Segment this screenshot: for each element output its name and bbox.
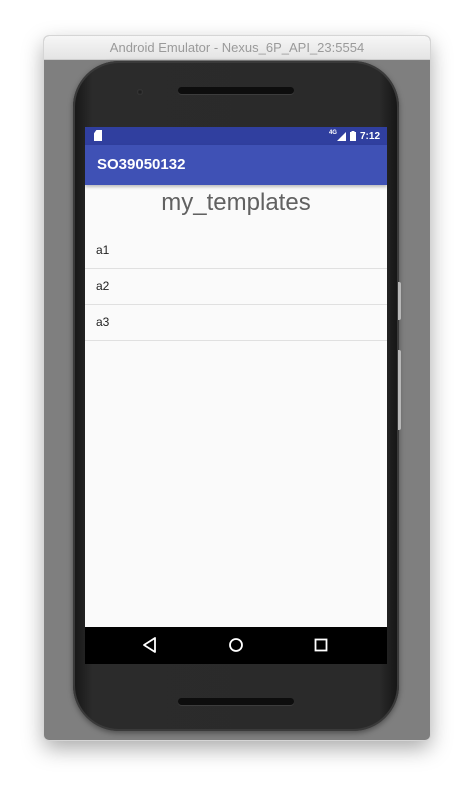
list-item-a2[interactable]: a2 <box>85 269 387 305</box>
app-toolbar: SO39050132 <box>85 145 387 185</box>
status-right: 4G 7:12 <box>329 127 380 145</box>
recents-icon[interactable] <box>311 635 331 655</box>
signal-icon <box>336 131 346 141</box>
home-icon[interactable] <box>226 635 246 655</box>
network-type-label: 4G <box>328 130 337 136</box>
window-title: Android Emulator - Nexus_6P_API_23:5554 <box>109 40 365 55</box>
navigation-bar <box>85 627 387 664</box>
battery-icon <box>349 131 356 141</box>
front-camera-icon <box>137 89 143 95</box>
bottom-speaker <box>178 698 294 705</box>
app-title: SO39050132 <box>97 156 186 173</box>
status-time: 7:12 <box>359 130 380 142</box>
list-item-a3[interactable]: a3 <box>85 305 387 341</box>
back-icon[interactable] <box>140 635 160 655</box>
sd-card-icon <box>94 130 102 141</box>
volume-button[interactable] <box>398 350 401 430</box>
window-titlebar[interactable]: Android Emulator - Nexus_6P_API_23:5554 <box>44 36 430 60</box>
top-speaker <box>178 87 294 94</box>
templates-list: a1 a2 a3 <box>85 233 387 341</box>
status-bar: 4G 7:12 <box>85 127 387 145</box>
power-button[interactable] <box>398 282 401 320</box>
templates-heading: my_templates <box>161 189 311 216</box>
list-item-a1[interactable]: a1 <box>85 233 387 269</box>
device-screen: 4G 7:12 SO39050132 my_templates a1 a2 a3 <box>85 127 387 664</box>
